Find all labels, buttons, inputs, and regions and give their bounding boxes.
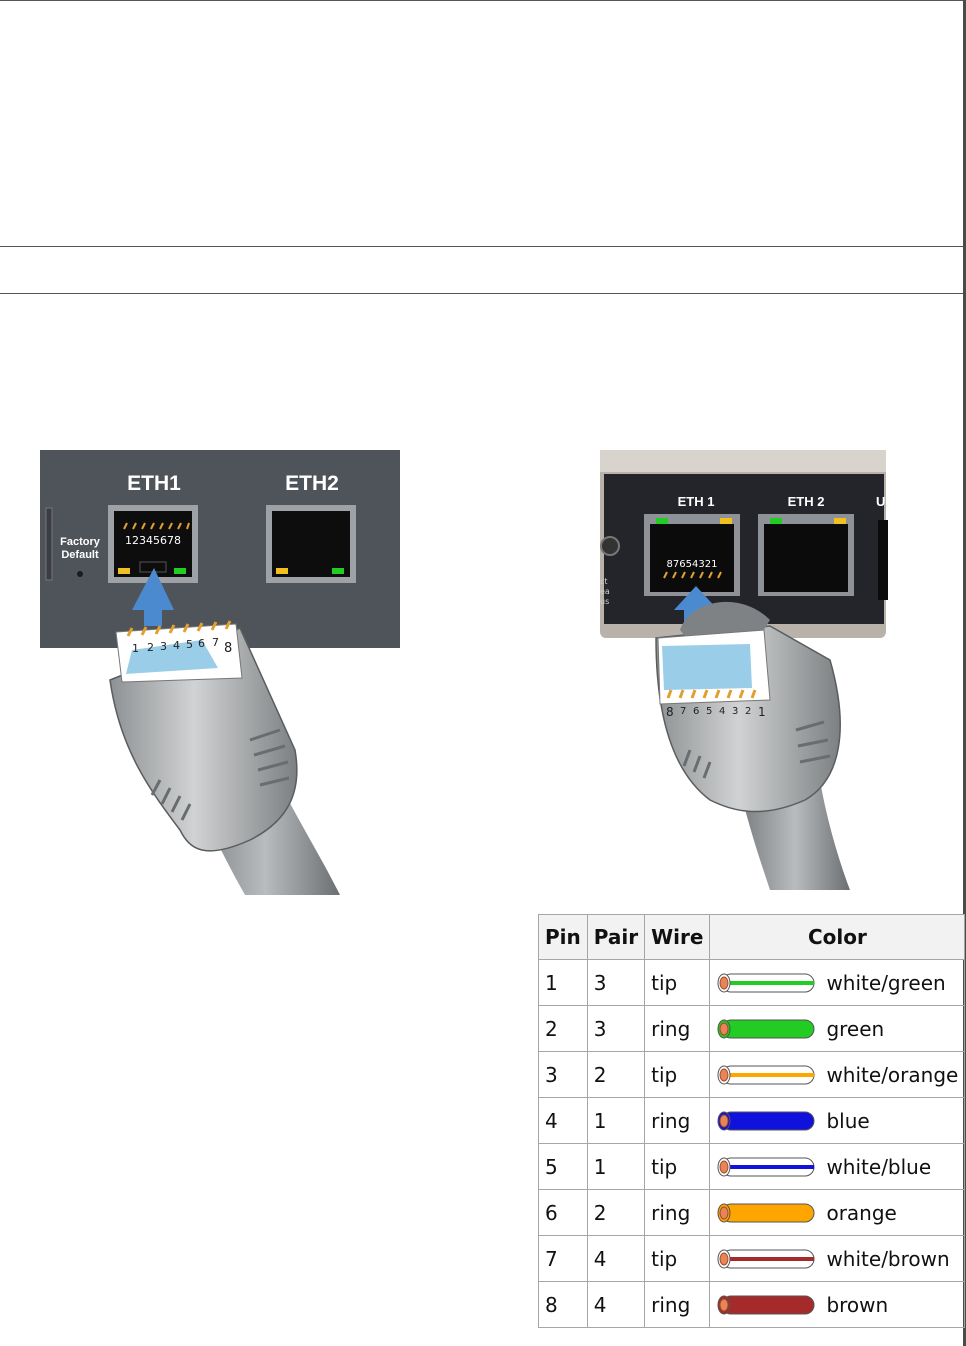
- pair-cell: 3: [586, 959, 646, 1006]
- pair-cell: 2: [586, 1189, 646, 1236]
- table-row: 5 1 tip white/blue: [538, 1143, 966, 1190]
- eth-1-pin-numbers: 87654321: [667, 559, 718, 570]
- plug-r-pin-7: 7: [680, 706, 686, 717]
- plug-r-pin-8: 8: [666, 705, 674, 719]
- table-row: 6 2 ring orange: [538, 1189, 966, 1236]
- header-color: Color: [709, 914, 966, 960]
- pin-cell: 5: [538, 1143, 588, 1190]
- plug-pin-6: 6: [198, 637, 205, 650]
- plug-r-pin-2: 2: [745, 706, 751, 717]
- pin-cell: 8: [538, 1281, 588, 1328]
- side-text-1: ct: [600, 577, 608, 586]
- pin-cell: 4: [538, 1097, 588, 1144]
- eth2-jack: [272, 511, 350, 577]
- color-cell: white/orange: [709, 1051, 966, 1098]
- color-cell: white/blue: [709, 1143, 966, 1190]
- plug-r-pin-6: 6: [693, 706, 699, 717]
- default-label: Default: [61, 549, 99, 561]
- plug-pin-7: 7: [212, 636, 219, 649]
- pair-cell: 1: [586, 1097, 646, 1144]
- wire-type-cell: ring: [644, 1281, 711, 1328]
- plug-pin-2: 2: [147, 641, 154, 654]
- wire-color-icon: [717, 1111, 815, 1130]
- header-pair: Pair: [586, 914, 646, 960]
- eth-panel-illustration-left: ETH1 ETH2 Factory Default 12345678 1 2 3…: [40, 450, 400, 895]
- color-name: orange: [826, 1200, 897, 1225]
- wire-color-icon: [717, 1295, 815, 1314]
- port-label-eth2: ETH2: [285, 472, 339, 495]
- table-row: 1 3 tip white/green: [538, 959, 966, 1006]
- plug-r-pin-4: 4: [719, 706, 725, 717]
- table-row: 7 4 tip white/brown: [538, 1235, 966, 1282]
- eth-panel-illustration-right: ct ea us ETH 1 ETH 2 U 87654321 8 7 6 5 …: [600, 450, 888, 890]
- plug-r-pin-5: 5: [706, 706, 712, 717]
- color-name: brown: [826, 1292, 889, 1317]
- port-label-eth1: ETH1: [127, 472, 181, 495]
- header-pin: Pin: [538, 914, 588, 960]
- color-name: white/orange: [826, 1062, 959, 1087]
- wire-type-cell: ring: [644, 1189, 711, 1236]
- color-cell: orange: [709, 1189, 966, 1236]
- pin-cell: 2: [538, 1005, 588, 1052]
- plug-pin-1: 1: [132, 642, 139, 655]
- reset-button: [77, 571, 83, 577]
- plug-pin-3: 3: [160, 640, 167, 653]
- pair-cell: 1: [586, 1143, 646, 1190]
- table-row: 2 3 ring green: [538, 1005, 966, 1052]
- color-name: blue: [826, 1108, 870, 1133]
- pinout-table: Pin Pair Wire Color 1 3 tip white/green 2 3 ri…: [538, 914, 966, 1328]
- wire-type-cell: tip: [644, 1235, 711, 1282]
- plug-r-pin-1: 1: [758, 705, 766, 719]
- wire-type-cell: ring: [644, 1005, 711, 1052]
- color-cell: brown: [709, 1281, 966, 1328]
- factory-label: Factory: [60, 536, 101, 548]
- color-name: white/blue: [826, 1154, 932, 1179]
- eth-1-jack: [650, 524, 734, 592]
- wire-type-cell: tip: [644, 1051, 711, 1098]
- pair-cell: 2: [586, 1051, 646, 1098]
- color-cell: green: [709, 1005, 966, 1052]
- color-cell: white/green: [709, 959, 966, 1006]
- port-label-eth-1: ETH 1: [678, 494, 715, 509]
- table-header-row: Pin Pair Wire Color: [538, 914, 966, 960]
- plug-pin-4: 4: [173, 639, 180, 652]
- header-wire: Wire: [644, 914, 711, 960]
- color-name: white/green: [826, 970, 946, 995]
- wire-color-icon: [717, 1203, 815, 1222]
- middle-rule: [0, 246, 966, 247]
- pair-cell: 3: [586, 1005, 646, 1052]
- top-rule: [0, 0, 966, 1]
- side-text-3: us: [600, 597, 609, 606]
- port-label-u: U: [876, 494, 885, 509]
- wire-color-icon: [717, 1019, 815, 1038]
- wire-type-cell: tip: [644, 959, 711, 1006]
- wire-color-icon: [717, 1065, 815, 1084]
- pair-cell: 4: [586, 1235, 646, 1282]
- side-text-2: ea: [600, 587, 610, 596]
- table-row: 4 1 ring blue: [538, 1097, 966, 1144]
- table-row: 8 4 ring brown: [538, 1281, 966, 1328]
- table-row: 3 2 tip white/orange: [538, 1051, 966, 1098]
- pair-cell: 4: [586, 1281, 646, 1328]
- port-label-eth-2: ETH 2: [788, 494, 825, 509]
- color-name: white/brown: [826, 1246, 950, 1271]
- pin-cell: 3: [538, 1051, 588, 1098]
- plug-r-pin-3: 3: [732, 706, 738, 717]
- wire-color-icon: [717, 973, 815, 992]
- color-cell: white/brown: [709, 1235, 966, 1282]
- pin-cell: 1: [538, 959, 588, 1006]
- lower-rule: [0, 293, 966, 294]
- pin-cell: 7: [538, 1235, 588, 1282]
- eth-2-jack: [764, 524, 848, 592]
- wire-color-icon: [717, 1157, 815, 1176]
- color-cell: blue: [709, 1097, 966, 1144]
- pin-cell: 6: [538, 1189, 588, 1236]
- plug-pin-8: 8: [224, 641, 232, 656]
- wire-type-cell: ring: [644, 1097, 711, 1144]
- eth1-pin-numbers: 12345678: [125, 534, 181, 547]
- color-name: green: [826, 1016, 885, 1041]
- wire-type-cell: tip: [644, 1143, 711, 1190]
- plug-pin-5: 5: [186, 638, 193, 651]
- wire-color-icon: [717, 1249, 815, 1268]
